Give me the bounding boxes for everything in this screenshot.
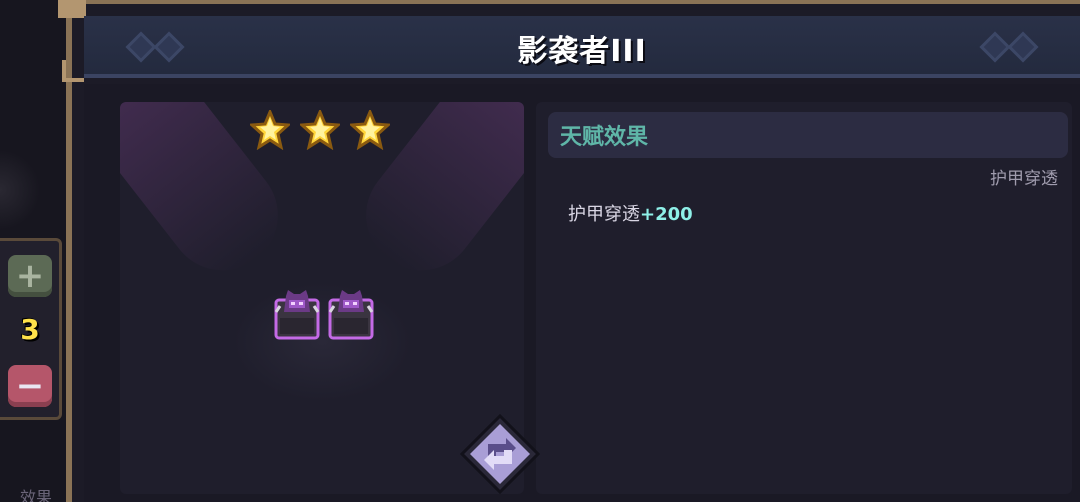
talent-effect-line: 护甲穿透+200 [568,200,693,226]
sidebar-decoration [0,150,40,230]
talent-panel: 天赋效果 护甲穿透 护甲穿透+200 [536,102,1072,494]
talent-title: 天赋效果 [560,125,649,150]
effect-value: +200 [640,204,693,225]
star-icon [250,110,290,150]
talent-tag: 护甲穿透 [990,169,1058,189]
star-icon [350,110,390,150]
star-icon [300,110,340,150]
content-area: 天赋效果 护甲穿透 护甲穿透+200 [84,84,1080,502]
page-title: 影袭者III [517,34,647,69]
increase-button[interactable]: + [8,255,52,297]
title-bar: 影袭者III [84,16,1080,78]
decrease-button[interactable]: − [8,365,52,407]
quantity-count: 3 [20,313,40,346]
shadow-raider-unit-icon[interactable] [274,288,320,340]
effect-tab-label[interactable]: 效果 [20,484,52,502]
frame-corner-ornament-lower [62,60,84,82]
star-rating [250,110,390,150]
talent-header: 天赋效果 [548,112,1068,158]
quantity-stepper: + 3 − [0,238,62,420]
refresh-button[interactable] [460,414,540,494]
stage-spotlight [232,282,412,402]
shadow-raider-unit-icon[interactable] [328,288,374,340]
left-sidebar: + 3 − 效果 [0,0,66,502]
frame-corner-ornament [58,0,86,18]
refresh-icon [460,414,540,494]
effect-name: 护甲穿透 [568,204,640,225]
detail-panel: 影袭者III 天赋效果 护甲穿透 护甲穿透+200 [58,0,1080,502]
